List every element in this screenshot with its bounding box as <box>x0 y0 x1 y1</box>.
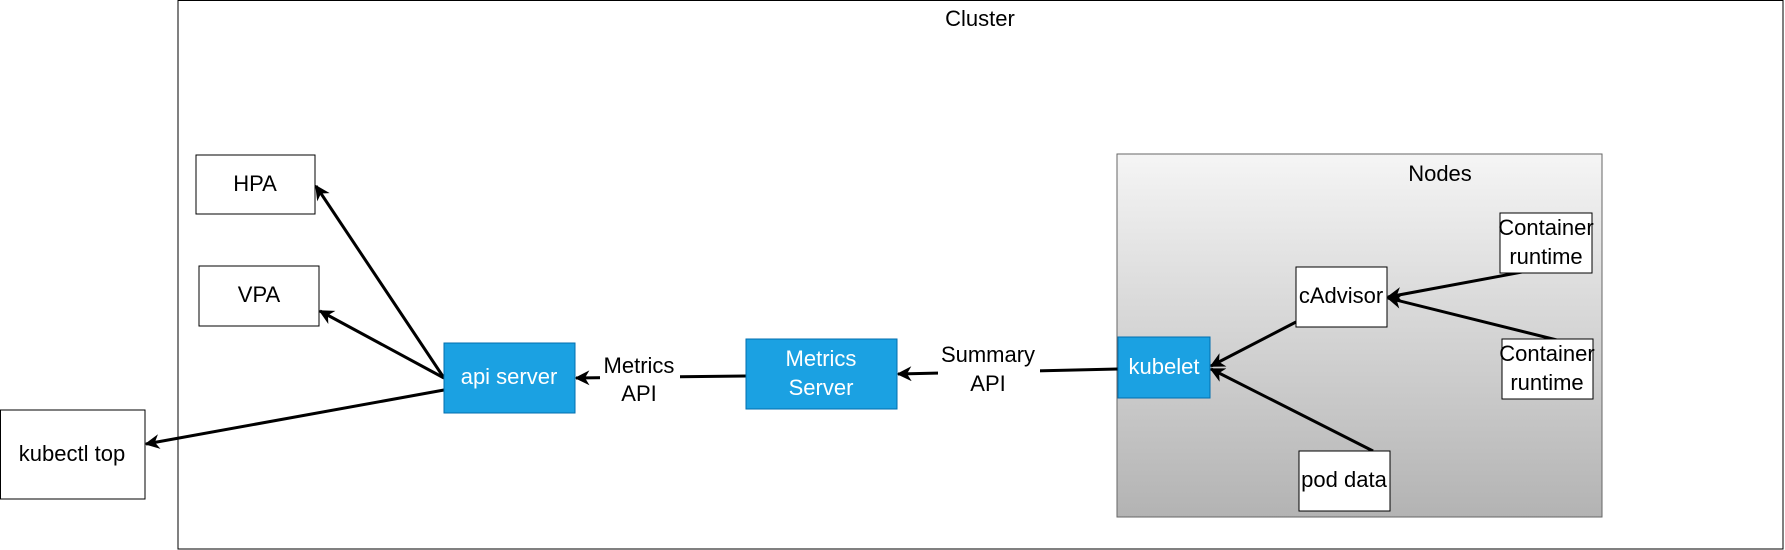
container-runtime-box-2[interactable]: Container runtime <box>1499 338 1595 400</box>
svg-text:API: API <box>621 381 656 406</box>
svg-text:kubectl top: kubectl top <box>19 441 125 466</box>
svg-text:Container: Container <box>1499 341 1594 366</box>
svg-text:HPA: HPA <box>233 171 277 196</box>
container-runtime-box-1[interactable]: Container runtime <box>1498 212 1594 274</box>
svg-text:cAdvisor: cAdvisor <box>1299 283 1383 308</box>
kubelet-box[interactable]: kubelet <box>1117 336 1211 399</box>
svg-text:pod data: pod data <box>1301 467 1387 492</box>
kubectl-top-box[interactable]: kubectl top <box>0 409 146 500</box>
metrics-pipeline-diagram: Cluster Nodes Metrics API Summary API HP… <box>0 0 1784 550</box>
nodes-title: Nodes <box>1408 161 1472 186</box>
svg-text:VPA: VPA <box>238 282 281 307</box>
svg-text:Summary: Summary <box>941 342 1035 367</box>
svg-text:API: API <box>970 371 1005 396</box>
edge-label-metrics-api: Metrics API <box>600 352 680 406</box>
vpa-box[interactable]: VPA <box>198 265 320 327</box>
svg-text:api server: api server <box>461 364 558 389</box>
svg-text:Metrics: Metrics <box>604 353 675 378</box>
api-server-box[interactable]: api server <box>443 342 576 414</box>
metrics-server-box[interactable]: Metrics Server <box>745 338 898 410</box>
cadvisor-box[interactable]: cAdvisor <box>1295 266 1388 328</box>
pod-data-box[interactable]: pod data <box>1298 450 1391 512</box>
svg-text:kubelet: kubelet <box>1129 354 1200 379</box>
cluster-title: Cluster <box>945 6 1015 31</box>
svg-text:runtime: runtime <box>1509 244 1582 269</box>
svg-text:runtime: runtime <box>1510 370 1583 395</box>
edge-label-summary-api: Summary API <box>938 342 1040 397</box>
svg-text:Container: Container <box>1498 215 1593 240</box>
svg-text:Server: Server <box>789 375 854 400</box>
svg-text:Metrics: Metrics <box>786 346 857 371</box>
hpa-box[interactable]: HPA <box>195 154 316 215</box>
